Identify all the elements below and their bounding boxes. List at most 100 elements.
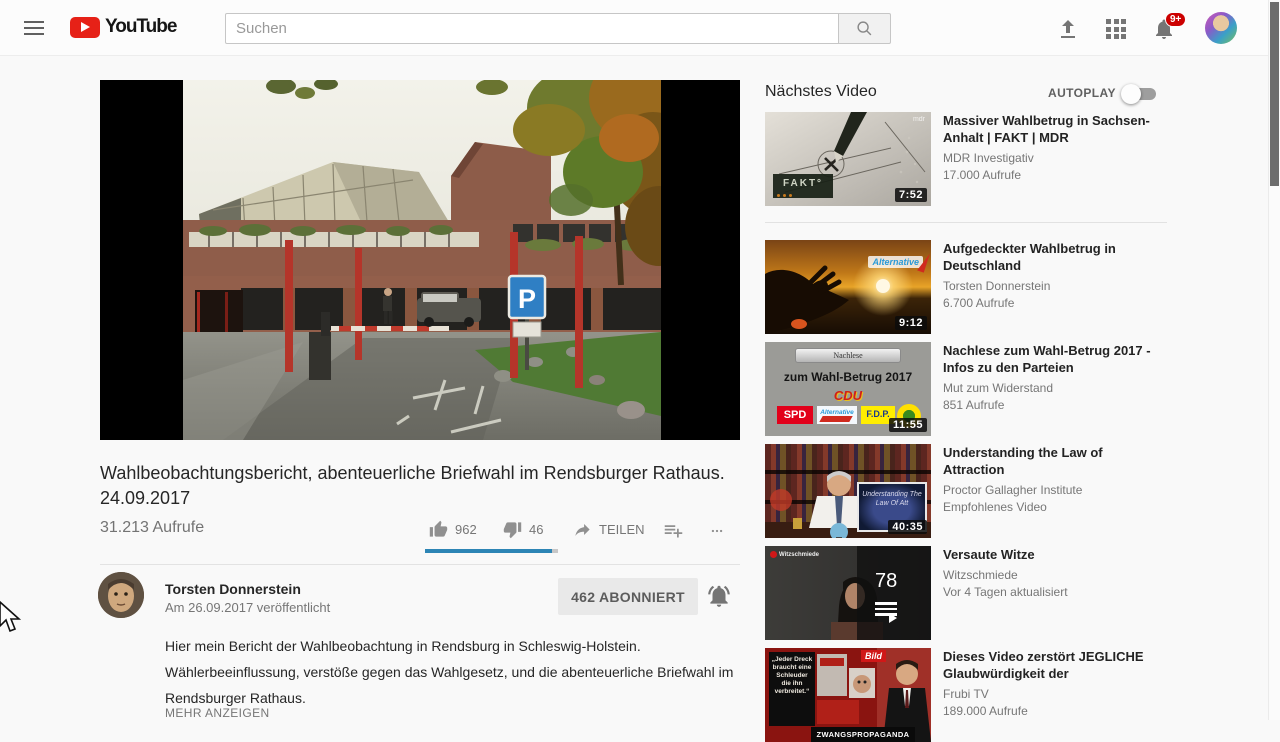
thumbnail-3[interactable]: Nachlese zum Wahl-Betrug 2017 CDU SPD Al… — [765, 342, 931, 436]
autoplay-toggle[interactable] — [1121, 84, 1156, 104]
account-avatar[interactable] — [1205, 12, 1237, 44]
suggested-views: Empfohlenes Video — [943, 500, 1047, 514]
suggested-channel: Torsten Donnerstein — [943, 279, 1051, 293]
like-button[interactable]: 962 — [429, 520, 477, 539]
suggested-video-1[interactable]: FAKT° mdr 7:52 Massiver Wahlbetrug in Sa… — [765, 112, 1167, 206]
thumbnail-4[interactable]: Understanding The Law Of Att 40:35 — [765, 444, 931, 538]
top-header: YouTube 9+ — [0, 0, 1280, 56]
thumb-up-icon — [429, 520, 448, 537]
thumb-down-icon — [503, 522, 522, 539]
suggested-video-3[interactable]: Nachlese zum Wahl-Betrug 2017 CDU SPD Al… — [765, 342, 1167, 436]
nachlese-banner: Nachlese — [795, 348, 901, 363]
notification-badge: 9+ — [1165, 12, 1187, 27]
menu-icon[interactable] — [24, 21, 44, 35]
suggested-title[interactable]: Nachlese zum Wahl-Betrug 2017 - Infos zu… — [943, 342, 1167, 376]
duration-badge: 7:52 — [894, 188, 927, 202]
duration-badge: 11:55 — [888, 418, 927, 432]
suggested-title[interactable]: Aufgedeckter Wahlbetrug in Deutschland — [943, 240, 1167, 274]
mdr-watermark: mdr — [912, 116, 925, 123]
suggested-video-6[interactable]: „Jeder Dreck braucht eine Schleuder die … — [765, 648, 1167, 742]
view-count: 31.213 Aufrufe — [100, 519, 205, 536]
propaganda-strip: ZWANGSPROPAGANDA — [811, 727, 915, 742]
suggested-title[interactable]: Massiver Wahlbetrug in Sachsen-Anhalt | … — [943, 112, 1167, 146]
spd-logo: SPD — [777, 406, 813, 424]
share-label: TEILEN — [599, 522, 645, 537]
thumbnail-6[interactable]: „Jeder Dreck braucht eine Schleuder die … — [765, 648, 931, 742]
witzschmiede-mark — [770, 551, 777, 558]
thumb-caption: zum Wahl-Betrug 2017 — [783, 370, 913, 384]
toggle-knob — [1121, 84, 1141, 104]
video-description: Hier mein Bericht der Wahlbeobachtung in… — [165, 638, 734, 706]
sidebar-divider — [765, 222, 1167, 223]
page-scrollbar — [1268, 0, 1280, 720]
add-to-playlist-button[interactable] — [663, 520, 684, 541]
thumbnail-1[interactable]: FAKT° mdr 7:52 — [765, 112, 931, 206]
playlist-overlay: 78 — [857, 546, 931, 640]
apps-grid-icon[interactable] — [1104, 17, 1128, 41]
channel-notification-bell[interactable] — [706, 583, 734, 611]
suggested-title[interactable]: Understanding the Law of Attraction — [943, 444, 1167, 478]
like-count: 962 — [455, 522, 477, 537]
youtube-logo-text: YouTube — [105, 16, 177, 37]
share-button[interactable]: TEILEN — [573, 520, 645, 539]
autoplay-label: AUTOPLAY — [1048, 86, 1116, 100]
mouse-cursor — [0, 600, 22, 633]
next-video-heading: Nächstes Video — [765, 83, 877, 100]
suggested-views: 851 Aufrufe — [943, 398, 1005, 412]
section-divider — [100, 564, 740, 565]
suggested-views: 17.000 Aufrufe — [943, 168, 1022, 182]
afd-box-arrow — [819, 416, 853, 422]
svg-text:P: P — [518, 284, 536, 314]
like-ratio-fill — [425, 549, 552, 553]
suggested-video-2[interactable]: Alternative 9:12 Aufgedeckter Wahlbetrug… — [765, 240, 1167, 334]
dislike-count: 46 — [529, 522, 544, 537]
channel-name[interactable]: Torsten Donnerstein — [165, 581, 301, 597]
search-button[interactable] — [839, 13, 891, 44]
witzschmiede-logo: Witzschmiede — [770, 551, 819, 558]
playlist-count: 78 — [875, 570, 898, 592]
afd-logo: Alternative — [868, 256, 923, 268]
upload-icon[interactable] — [1056, 17, 1080, 41]
video-title: Wahlbeobachtungsbericht, abenteuerliche … — [100, 463, 725, 508]
suggested-channel: Witzschmiede — [943, 568, 1018, 582]
search-icon — [857, 21, 872, 36]
playlist-add-icon — [664, 525, 683, 538]
playlist-icon — [875, 602, 897, 623]
suggested-views: 189.000 Aufrufe — [943, 704, 1028, 718]
thumbnail-2[interactable]: Alternative 9:12 — [765, 240, 931, 334]
publish-date: Am 26.09.2017 veröffentlicht — [165, 600, 331, 615]
video-player[interactable]: P — [100, 52, 740, 440]
poster-quote: „Jeder Dreck braucht eine Schleuder die … — [769, 652, 815, 726]
suggested-playlist-5[interactable]: Witzschmiede 78 Versaute Witze Witzschmi… — [765, 546, 1167, 640]
channel-avatar[interactable] — [98, 572, 144, 618]
suggested-channel: Mut zum Widerstand — [943, 381, 1054, 395]
cdu-logo: CDU — [833, 388, 863, 403]
search-input[interactable] — [225, 13, 839, 44]
subscribe-button[interactable]: 462 ABONNIERT — [558, 578, 698, 615]
fakt-dots — [777, 194, 792, 197]
youtube-play-icon — [70, 16, 100, 38]
bell-ring-icon — [708, 585, 730, 607]
dislike-button[interactable]: 46 — [503, 520, 543, 539]
scrollbar-thumb[interactable] — [1270, 2, 1279, 186]
duration-badge: 40:35 — [888, 520, 927, 534]
suggested-channel: MDR Investigativ — [943, 151, 1034, 165]
youtube-logo[interactable]: YouTube — [70, 16, 177, 38]
share-icon — [575, 523, 590, 536]
suggested-title[interactable]: Dieses Video zerstört JEGLICHE Glaubwürd… — [943, 648, 1167, 682]
show-more-button[interactable]: MEHR ANZEIGEN — [165, 706, 270, 720]
suggested-views: 6.700 Aufrufe — [943, 296, 1015, 310]
suggested-channel: Frubi TV — [943, 687, 989, 701]
more-actions-button[interactable] — [708, 524, 726, 538]
duration-badge: 9:12 — [894, 316, 927, 330]
suggested-updated: Vor 4 Tagen aktualisiert — [943, 585, 1068, 599]
like-ratio-bar — [425, 549, 558, 553]
more-dots-icon — [711, 529, 723, 533]
bild-logo: Bild — [861, 650, 886, 662]
suggested-title[interactable]: Versaute Witze — [943, 546, 1167, 563]
thumbnail-5[interactable]: Witzschmiede 78 — [765, 546, 931, 640]
video-frame-rathaus: P — [183, 52, 699, 440]
suggested-video-4[interactable]: Understanding The Law Of Att 40:35 Under… — [765, 444, 1167, 538]
suggested-channel: Proctor Gallagher Institute — [943, 483, 1083, 497]
notifications-bell[interactable]: 9+ — [1152, 12, 1187, 41]
